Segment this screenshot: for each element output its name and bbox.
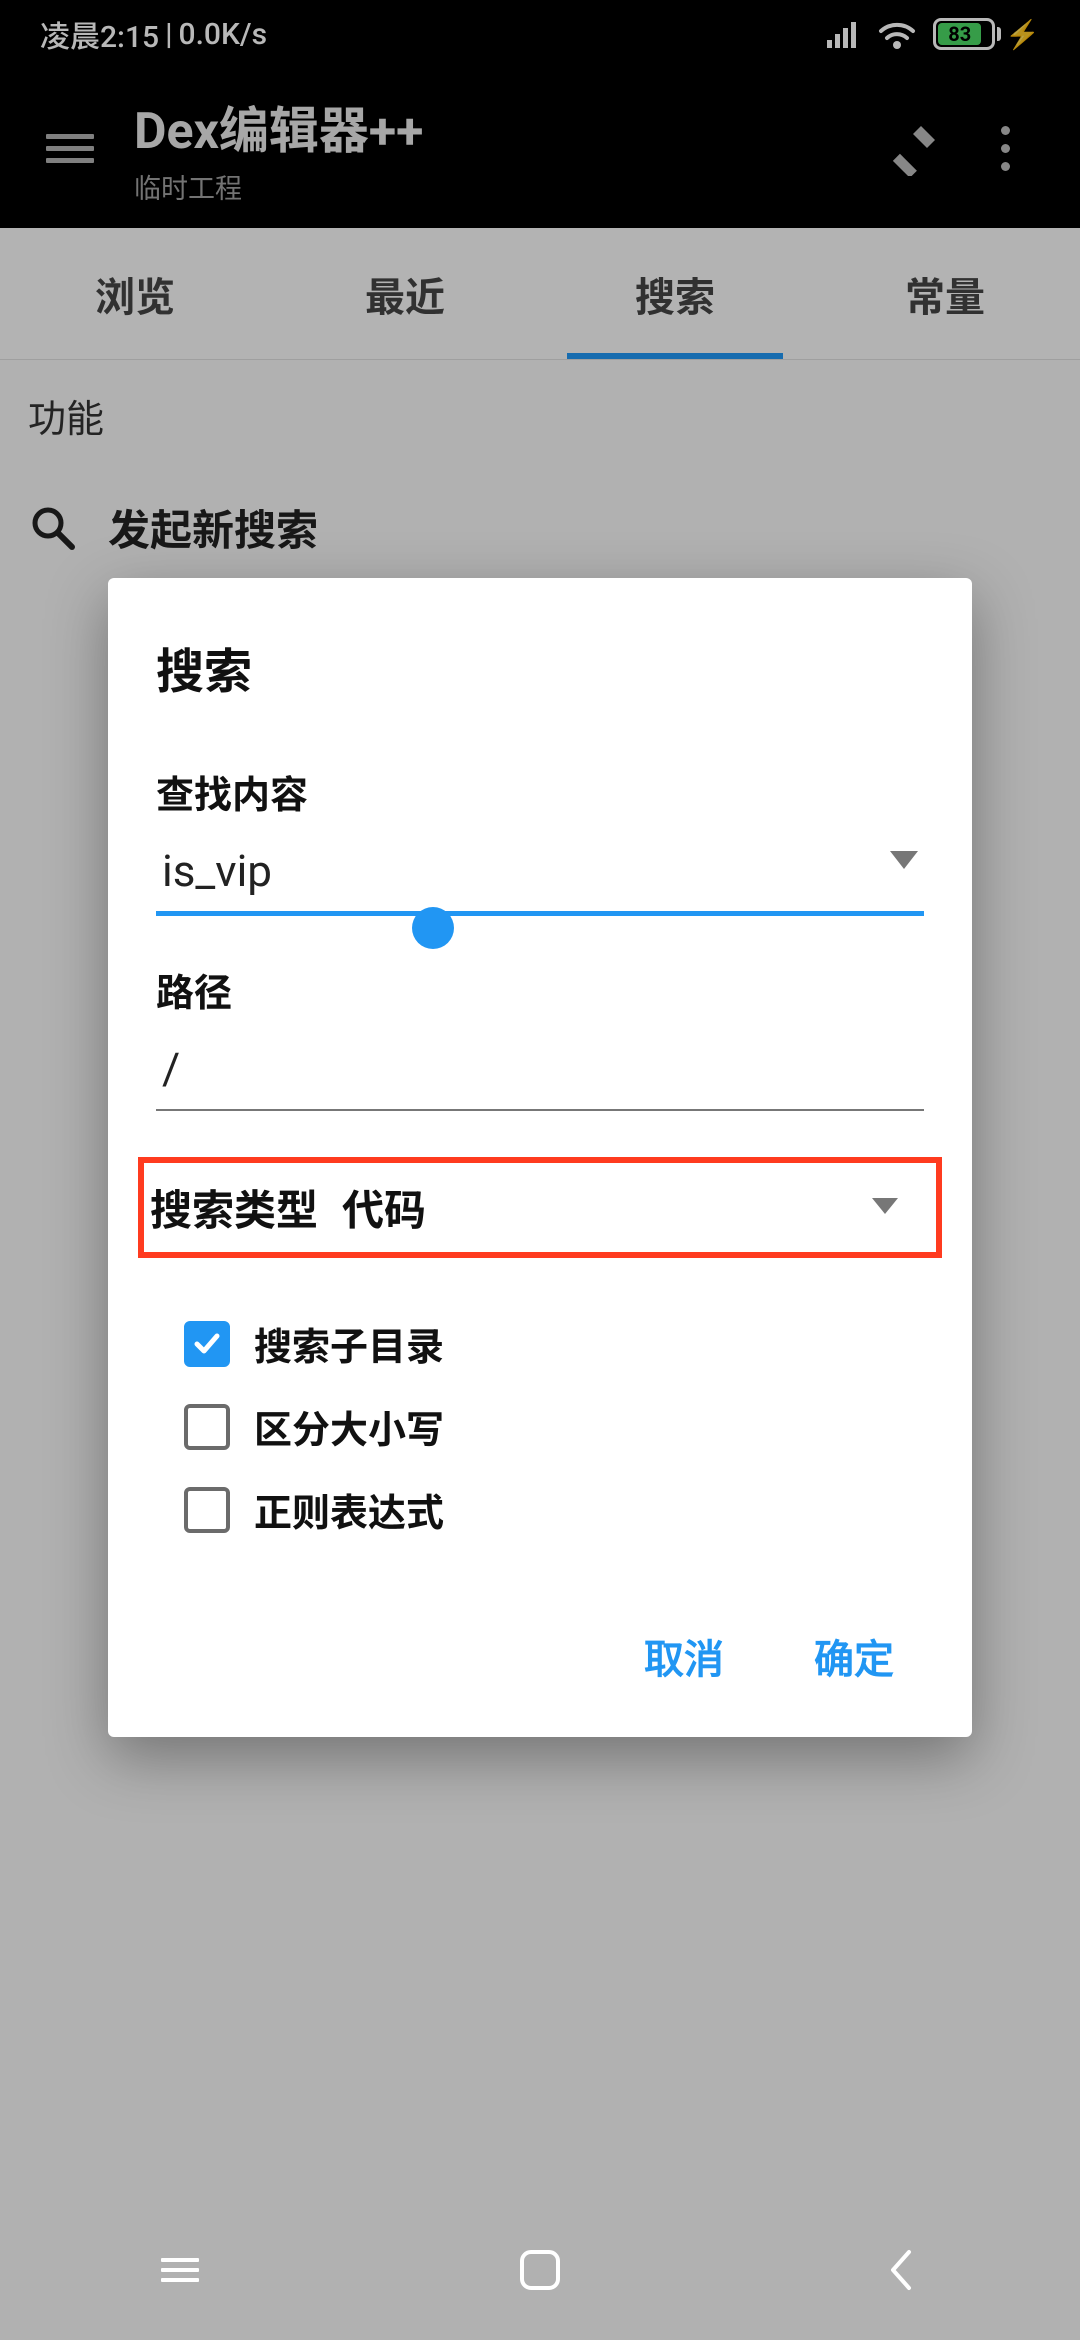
ok-button[interactable]: 确定 xyxy=(804,1611,904,1701)
nav-home-button[interactable] xyxy=(505,2235,575,2305)
search-type-value: 代码 xyxy=(342,1177,426,1238)
find-input[interactable] xyxy=(156,837,924,916)
back-icon xyxy=(887,2248,913,2292)
recent-apps-icon xyxy=(161,2252,199,2288)
find-history-dropdown[interactable] xyxy=(890,851,918,873)
search-dialog: 搜索 查找内容 路径 搜索类型 代码 搜索子目录 xyxy=(108,578,972,1737)
chevron-down-icon xyxy=(872,1198,898,1214)
system-nav-bar xyxy=(0,2200,1080,2340)
find-label: 查找内容 xyxy=(156,764,924,819)
option-case-sensitive[interactable]: 区分大小写 xyxy=(156,1385,924,1468)
checkbox-unchecked-icon xyxy=(184,1404,230,1450)
nav-recent-button[interactable] xyxy=(145,2235,215,2305)
chevron-down-icon xyxy=(890,851,918,869)
text-cursor-handle-icon[interactable] xyxy=(412,907,454,949)
checkbox-unchecked-icon xyxy=(184,1487,230,1533)
option-regex[interactable]: 正则表达式 xyxy=(156,1468,924,1551)
checkbox-checked-icon xyxy=(184,1321,230,1367)
cancel-button[interactable]: 取消 xyxy=(634,1611,734,1701)
search-type-selector[interactable]: 搜索类型 代码 xyxy=(138,1157,942,1258)
path-label: 路径 xyxy=(156,962,924,1017)
home-icon xyxy=(520,2250,560,2290)
path-input[interactable] xyxy=(156,1035,924,1111)
nav-back-button[interactable] xyxy=(865,2235,935,2305)
dialog-title: 搜索 xyxy=(156,632,924,702)
option-subdirs[interactable]: 搜索子目录 xyxy=(156,1302,924,1385)
search-type-label: 搜索类型 xyxy=(150,1177,318,1238)
